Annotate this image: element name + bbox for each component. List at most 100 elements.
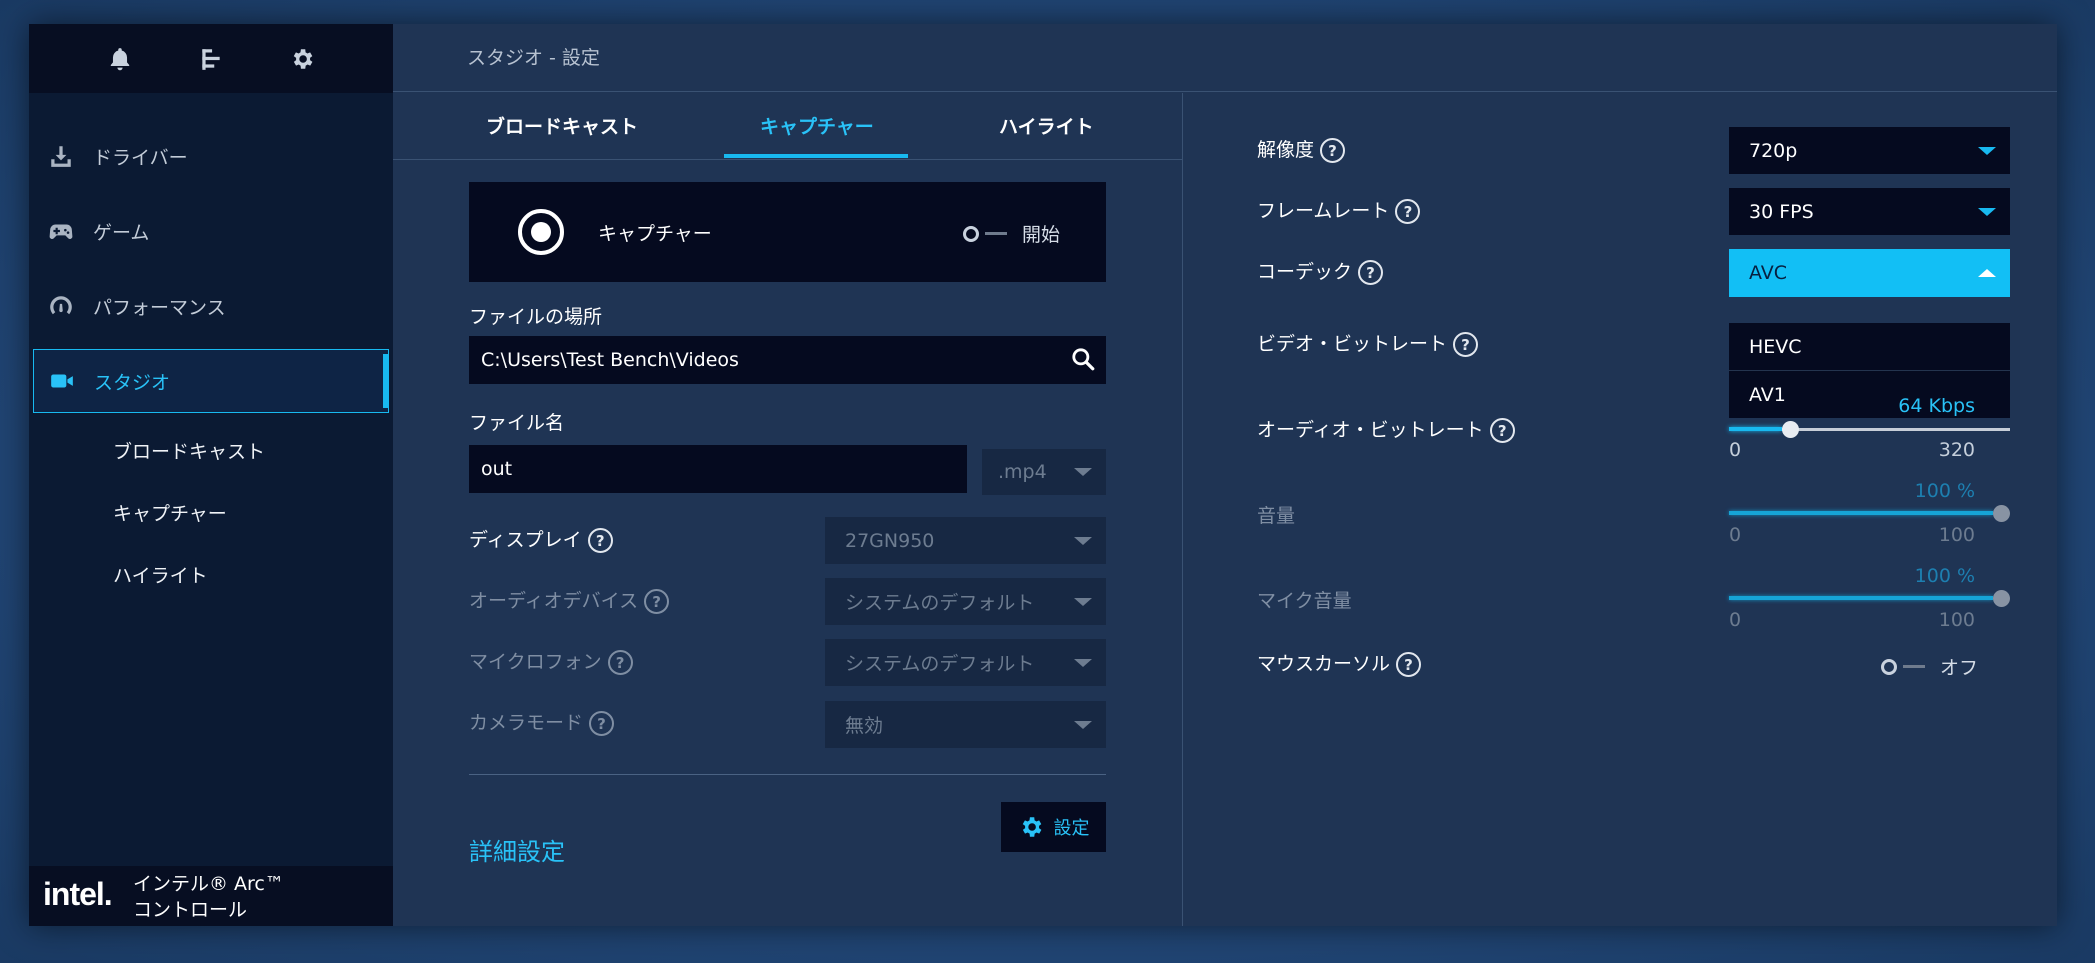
codec-select[interactable]: AVC — [1729, 249, 2010, 297]
microphone-value: システムのデフォルト — [845, 653, 1035, 675]
slider-fill — [1729, 596, 1993, 600]
file-extension-select[interactable]: .mp4 — [982, 449, 1106, 495]
help-icon[interactable]: ? — [1358, 260, 1384, 285]
display-value: 27GN950 — [845, 529, 935, 552]
camera-mode-label: カメラモード? — [469, 708, 615, 736]
record-icon[interactable] — [517, 208, 565, 256]
sidebar-subitem-capture[interactable]: キャプチャー — [113, 499, 227, 526]
chevron-down-icon — [1074, 597, 1092, 606]
capture-start-toggle[interactable]: 開始 — [963, 220, 1060, 247]
slider-thumb[interactable] — [1993, 505, 2010, 522]
sidebar-item-games[interactable]: ゲーム — [33, 199, 389, 263]
help-icon[interactable]: ? — [1453, 332, 1479, 357]
help-icon[interactable]: ? — [589, 711, 615, 736]
chevron-down-icon — [1978, 146, 1996, 155]
audio-device-select[interactable]: システムのデフォルト — [825, 578, 1106, 625]
audio-device-label: オーディオデバイス? — [469, 586, 670, 614]
mouse-cursor-label-text: マウスカーソル — [1257, 653, 1391, 675]
slider-fill — [1729, 427, 1782, 431]
help-icon[interactable]: ? — [1396, 652, 1422, 677]
resolution-select[interactable]: 720p — [1729, 127, 2010, 174]
volume-max: 100 — [1938, 524, 1975, 546]
mic-volume-max: 100 — [1938, 609, 1975, 631]
sidebar-subitem-highlight[interactable]: ハイライト — [113, 561, 208, 588]
help-icon[interactable]: ? — [587, 528, 613, 553]
camera-mode-value: 無効 — [845, 715, 884, 737]
bell-icon[interactable] — [105, 44, 135, 74]
section-divider — [469, 774, 1106, 775]
video-bitrate-label: ビデオ・ビットレート? — [1257, 329, 1479, 357]
chevron-up-icon — [1978, 269, 1996, 277]
volume-min: 0 — [1729, 524, 1742, 546]
help-icon[interactable]: ? — [644, 589, 670, 614]
advanced-settings-link[interactable]: 詳細設定 — [469, 832, 565, 867]
audio-bitrate-label-text: オーディオ・ビットレート — [1257, 419, 1484, 441]
intel-logo: intel. — [43, 876, 113, 912]
settings-button-label: 設定 — [1053, 818, 1090, 839]
tab-highlight[interactable]: ハイライト — [999, 112, 1094, 139]
file-extension-value: .mp4 — [998, 461, 1047, 483]
tab-broadcast[interactable]: ブロードキャスト — [486, 112, 638, 139]
gear-icon[interactable] — [287, 44, 317, 74]
sidebar-toolbar — [29, 24, 393, 93]
help-icon[interactable]: ? — [1320, 138, 1346, 163]
codec-option-hevc[interactable]: HEVC — [1729, 323, 2010, 370]
camera-mode-select[interactable]: 無効 — [825, 701, 1106, 748]
codec-value: AVC — [1749, 262, 1788, 284]
menu-icon[interactable] — [196, 44, 226, 74]
framerate-label: フレームレート? — [1257, 196, 1421, 224]
header-divider — [393, 91, 2057, 92]
display-label-text: ディスプレイ — [469, 529, 582, 551]
sidebar-item-driver[interactable]: ドライバー — [33, 124, 389, 188]
microphone-label-text: マイクロフォン — [469, 651, 602, 673]
file-name-input[interactable]: out — [469, 445, 967, 493]
file-name-value: out — [481, 458, 513, 480]
mouse-cursor-label: マウスカーソル? — [1257, 649, 1422, 677]
framerate-select[interactable]: 30 FPS — [1729, 188, 2010, 235]
audio-bitrate-label: オーディオ・ビットレート? — [1257, 415, 1515, 443]
video-camera-icon — [48, 367, 76, 395]
capture-label: キャプチャー — [598, 223, 712, 245]
sidebar-item-label: ゲーム — [93, 221, 150, 244]
sidebar-subitem-broadcast[interactable]: ブロードキャスト — [113, 437, 265, 464]
framerate-value: 30 FPS — [1749, 200, 1814, 223]
toggle-label: 開始 — [1022, 224, 1061, 246]
audio-device-label-text: オーディオデバイス — [469, 590, 639, 612]
resolution-label-text: 解像度 — [1257, 139, 1315, 161]
help-icon[interactable]: ? — [1395, 199, 1421, 224]
file-location-label: ファイルの場所 — [469, 306, 603, 328]
toggle-knob — [963, 225, 979, 242]
gauge-icon — [47, 292, 75, 320]
display-select[interactable]: 27GN950 — [825, 517, 1106, 564]
camera-mode-label-text: カメラモード — [469, 712, 584, 734]
file-location-value: C:\Users\Test Bench\Videos — [481, 349, 739, 371]
tab-capture[interactable]: キャプチャー — [760, 112, 874, 139]
display-label: ディスプレイ? — [469, 525, 613, 553]
file-location-input[interactable]: C:\Users\Test Bench\Videos — [469, 336, 1106, 384]
sidebar: ドライバー ゲーム パフォーマンス スタジオ ブロードキャスト キャプチャー ハ… — [29, 24, 393, 926]
sidebar-item-label: パフォーマンス — [93, 296, 226, 319]
audio-bitrate-min: 0 — [1729, 439, 1742, 461]
toggle-knob — [1881, 658, 1897, 675]
sidebar-item-label: ドライバー — [93, 146, 188, 169]
help-icon[interactable]: ? — [607, 650, 633, 675]
toggle-track — [985, 232, 1007, 235]
microphone-select[interactable]: システムのデフォルト — [825, 639, 1106, 686]
app-window: ドライバー ゲーム パフォーマンス スタジオ ブロードキャスト キャプチャー ハ… — [29, 24, 2057, 926]
help-icon[interactable]: ? — [1489, 418, 1515, 443]
search-icon[interactable] — [1070, 346, 1096, 372]
codec-label: コーデック? — [1257, 257, 1384, 285]
settings-button[interactable]: 設定 — [1001, 802, 1106, 852]
slider-thumb[interactable] — [1782, 421, 1799, 438]
chevron-down-icon — [1074, 720, 1092, 729]
sidebar-item-label: スタジオ — [94, 371, 171, 394]
sidebar-item-studio[interactable]: スタジオ — [33, 349, 389, 413]
sidebar-item-performance[interactable]: パフォーマンス — [33, 274, 389, 338]
chevron-down-icon — [1074, 468, 1092, 476]
slider-thumb[interactable] — [1993, 590, 2010, 607]
mouse-cursor-toggle[interactable]: オフ — [1881, 653, 1978, 680]
chevron-down-icon — [1978, 207, 1996, 216]
audio-device-value: システムのデフォルト — [845, 592, 1035, 614]
mic-volume-min: 0 — [1729, 609, 1742, 631]
toggle-track — [1903, 665, 1925, 668]
